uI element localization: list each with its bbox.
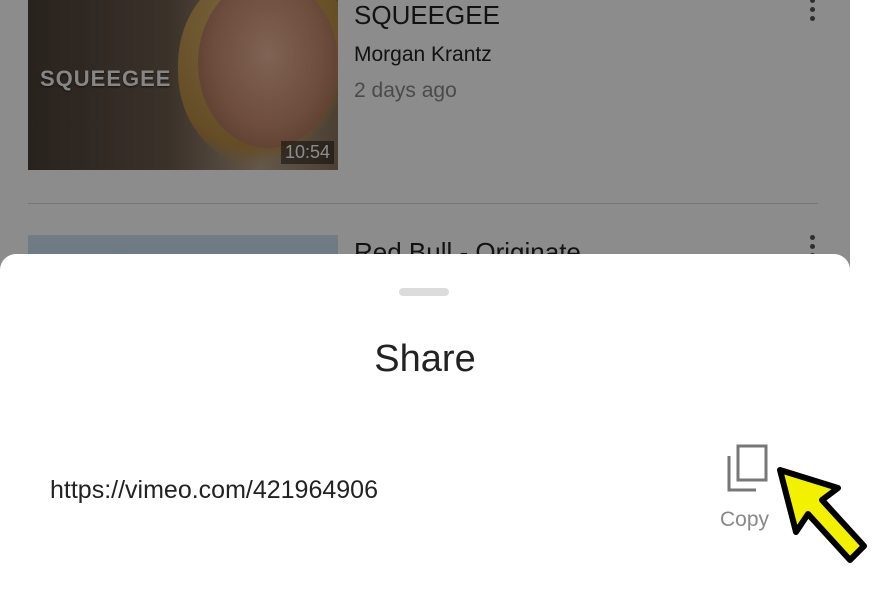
share-url: https://vimeo.com/421964906 <box>50 476 378 504</box>
pointer-arrow-icon <box>777 467 867 563</box>
drag-handle[interactable] <box>399 288 449 296</box>
copy-icon <box>727 444 768 492</box>
copy-label: Copy <box>720 508 770 531</box>
share-sheet: Share https://vimeo.com/421964906 Copy <box>0 254 850 594</box>
share-title: Share <box>374 338 476 380</box>
